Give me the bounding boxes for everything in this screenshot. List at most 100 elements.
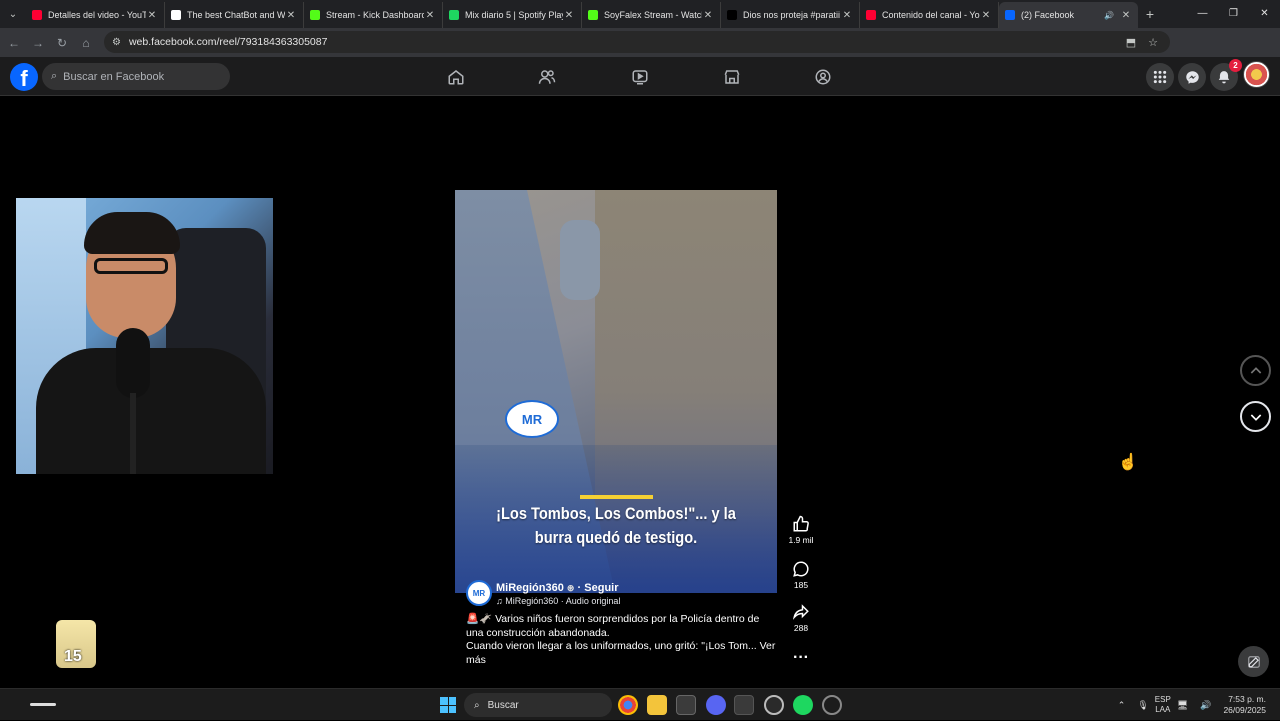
tab-favicon-icon — [866, 10, 876, 20]
stream-sticker: 15 — [56, 620, 96, 668]
taskbar-search[interactable]: ⌕ Buscar — [464, 693, 612, 717]
steam-taskbar-icon[interactable] — [734, 695, 754, 715]
tab-favicon-icon — [449, 10, 459, 20]
browser-tab[interactable]: Mix diario 5 | Spotify Playlist✕ — [443, 2, 582, 28]
messenger-icon[interactable] — [1178, 63, 1206, 91]
notifications-bell-icon[interactable]: 2 — [1210, 59, 1242, 91]
site-info-icon[interactable]: ⚙ — [112, 37, 121, 48]
reel-video[interactable]: MR ¡Los Tombos, Los Combos!"... y la bur… — [455, 190, 777, 593]
chrome-taskbar-icon[interactable] — [618, 695, 638, 715]
clock[interactable]: 7:53 p. m. 26/09/2025 — [1223, 694, 1266, 716]
video-caption-overlay: ¡Los Tombos, Los Combos!"... y la burra … — [496, 504, 736, 547]
search-icon: ⌕ — [51, 70, 58, 82]
compose-icon — [1247, 655, 1260, 668]
next-reel-button[interactable] — [1240, 401, 1271, 432]
reel-description: 🚨🫏 Varios niños fueron sorprendidos por … — [466, 613, 776, 666]
mouse-cursor-icon: ☝ — [1118, 454, 1138, 471]
close-tab-icon[interactable]: ✕ — [563, 10, 575, 21]
close-window-button[interactable]: ✕ — [1249, 0, 1280, 28]
close-tab-icon[interactable]: ✕ — [702, 10, 714, 21]
more-options-icon[interactable]: ··· — [785, 649, 817, 667]
address-bar: ← → ↻ ⌂ ⚙ web.facebook.com/reel/79318436… — [0, 28, 1280, 78]
author-name[interactable]: MiRegión360 — [496, 582, 564, 594]
tab-audio-icon[interactable]: 🔊 — [1104, 11, 1114, 20]
tab-title: (2) Facebook — [1021, 10, 1075, 20]
follow-button[interactable]: Seguir — [584, 582, 618, 594]
minimize-button[interactable]: — — [1187, 0, 1218, 28]
browser-tab[interactable]: (2) Facebook 🔊 ✕ — [999, 2, 1138, 28]
system-tray: ⌃ 🎙 ESP LAA 🖥 🔊 7:53 p. m. 26/09/2025 — [1112, 689, 1280, 721]
language-indicator[interactable]: ESP LAA — [1155, 695, 1171, 715]
windows-start-icon[interactable] — [440, 697, 456, 713]
obs-icon[interactable] — [764, 695, 784, 715]
nav-marketplace-icon[interactable] — [712, 57, 752, 96]
close-tab-icon[interactable]: ✕ — [1120, 10, 1132, 21]
browser-tab[interactable]: Stream - Kick Dashboard ✕ — [304, 2, 443, 28]
close-tab-icon[interactable]: ✕ — [285, 10, 297, 21]
facebook-header: f ⌕ 2 — [0, 57, 1280, 96]
new-tab-button[interactable]: + — [1138, 6, 1162, 22]
verified-icon: ⊛ — [566, 583, 575, 593]
webcam-overlay — [16, 198, 273, 474]
tab-favicon-icon — [588, 10, 598, 20]
spotify-icon[interactable] — [793, 695, 813, 715]
close-tab-icon[interactable]: ✕ — [980, 10, 992, 21]
siren-emoji-icon: 🚨🫏 — [466, 613, 493, 625]
music-note-icon: ♫ — [496, 596, 503, 606]
volume-icon[interactable]: 🔊 — [1200, 700, 1211, 711]
home-icon[interactable]: ⌂ — [74, 36, 98, 50]
tab-title: The best ChatBot and Widgets — [187, 10, 285, 20]
close-tab-icon[interactable]: ✕ — [146, 10, 158, 21]
tab-favicon-icon — [727, 10, 737, 20]
tab-favicon-icon — [32, 10, 42, 20]
close-tab-icon[interactable]: ✕ — [424, 10, 436, 21]
restore-button[interactable]: ❐ — [1218, 0, 1249, 28]
account-avatar[interactable] — [1243, 61, 1270, 88]
comment-button[interactable]: 185 — [785, 560, 817, 590]
nav-video-icon[interactable] — [620, 57, 660, 96]
previous-reel-button[interactable] — [1240, 355, 1271, 386]
tray-chevron-up-icon[interactable]: ⌃ — [1118, 700, 1126, 711]
share-button[interactable]: 288 — [785, 603, 817, 633]
nav-friends-icon[interactable] — [527, 57, 567, 96]
nav-groups-icon[interactable] — [803, 57, 843, 96]
back-icon[interactable]: ← — [2, 36, 26, 50]
channel-watermark-logo: MR — [505, 400, 559, 438]
browser-tab[interactable]: Contenido del canal - YouTube✕ — [860, 2, 999, 28]
omnibox[interactable]: ⚙ web.facebook.com/reel/793184363305087 … — [104, 31, 1170, 53]
share-count: 288 — [793, 623, 809, 633]
nav-home-icon[interactable] — [436, 57, 476, 96]
microphone-icon[interactable]: 🎙 — [1137, 700, 1148, 711]
tab-favicon-icon — [310, 10, 320, 20]
bookmark-star-icon[interactable]: ☆ — [1148, 36, 1158, 49]
forward-icon[interactable]: → — [26, 36, 50, 50]
tab-favicon-icon — [171, 10, 181, 20]
like-count: 1.9 mil — [788, 535, 814, 545]
facebook-search[interactable]: ⌕ — [42, 63, 230, 90]
network-icon[interactable]: 🖥 — [1177, 700, 1188, 711]
like-icon — [793, 515, 809, 532]
microsoft-store-icon[interactable] — [676, 695, 696, 715]
tab-search-icon[interactable]: ⌄ — [0, 0, 26, 28]
close-tab-icon[interactable]: ✕ — [841, 10, 853, 21]
browser-tab[interactable]: SoyFalex Stream - Watch Live✕ — [582, 2, 721, 28]
discord-icon[interactable] — [706, 695, 726, 715]
browser-tab[interactable]: The best ChatBot and Widgets✕ — [165, 2, 304, 28]
app-taskbar-icon[interactable] — [822, 695, 842, 715]
facebook-search-input[interactable] — [63, 70, 214, 83]
tab-title: SoyFalex Stream - Watch Live — [604, 10, 702, 20]
comment-count: 185 — [793, 580, 809, 590]
url-text[interactable]: web.facebook.com/reel/793184363305087 — [129, 36, 328, 48]
facebook-logo-icon[interactable]: f — [10, 63, 38, 91]
reload-icon[interactable]: ↻ — [50, 36, 74, 50]
audio-source[interactable]: MiRegión360 · Audio original — [505, 596, 620, 606]
install-app-icon[interactable]: ⬒ — [1126, 36, 1136, 49]
browser-tab[interactable]: Dios nos proteja #paratii ✕ — [721, 2, 860, 28]
new-message-button[interactable] — [1238, 646, 1269, 677]
widgets-icon[interactable] — [30, 703, 56, 706]
like-button[interactable]: 1.9 mil — [785, 515, 817, 545]
file-explorer-icon[interactable] — [647, 695, 667, 715]
author-avatar[interactable]: MR — [466, 580, 492, 606]
menu-grid-icon[interactable] — [1146, 63, 1174, 91]
browser-tab[interactable]: Detalles del video - YouTube✕ — [26, 2, 165, 28]
